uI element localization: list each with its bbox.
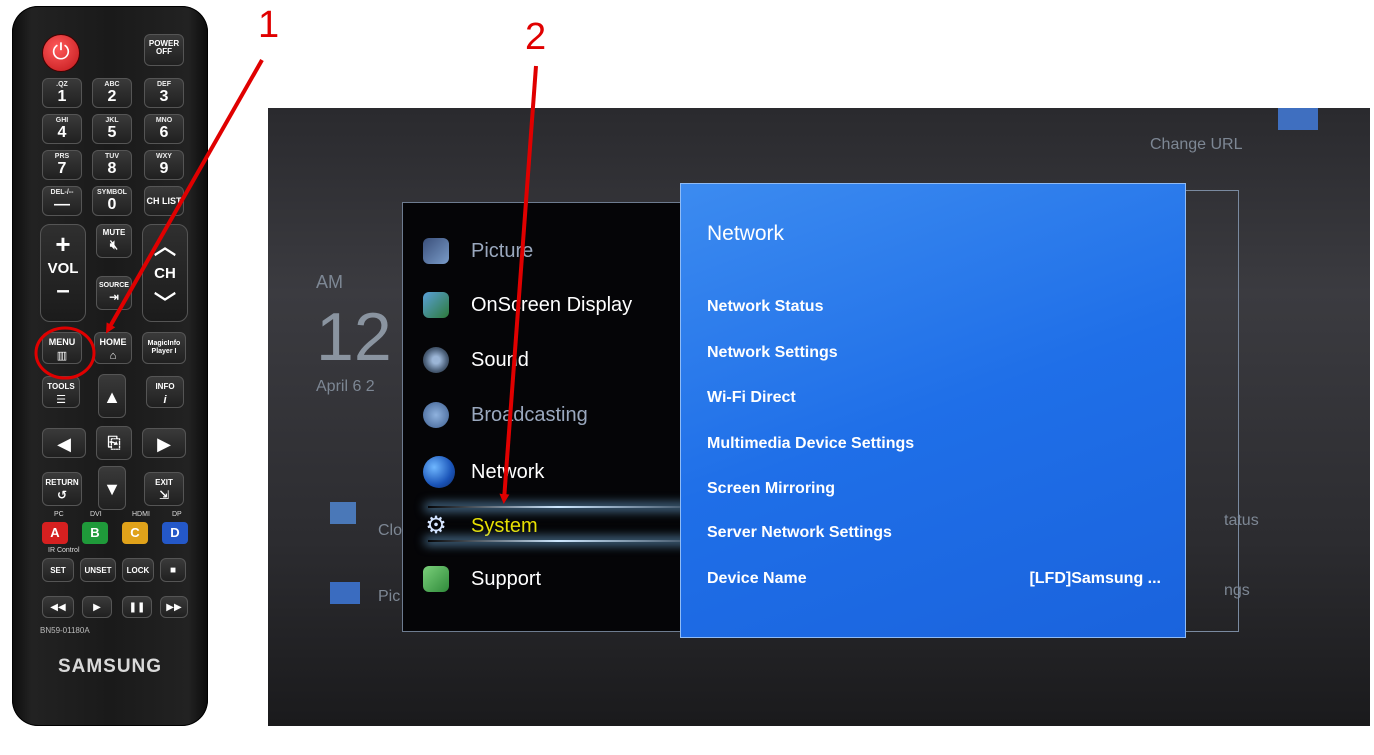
annotation-arrow-2 (499, 65, 538, 504)
annotation-arrow-1 (106, 59, 264, 334)
annotation-overlay (34, 59, 538, 504)
annotation-circle-menu (34, 326, 96, 380)
